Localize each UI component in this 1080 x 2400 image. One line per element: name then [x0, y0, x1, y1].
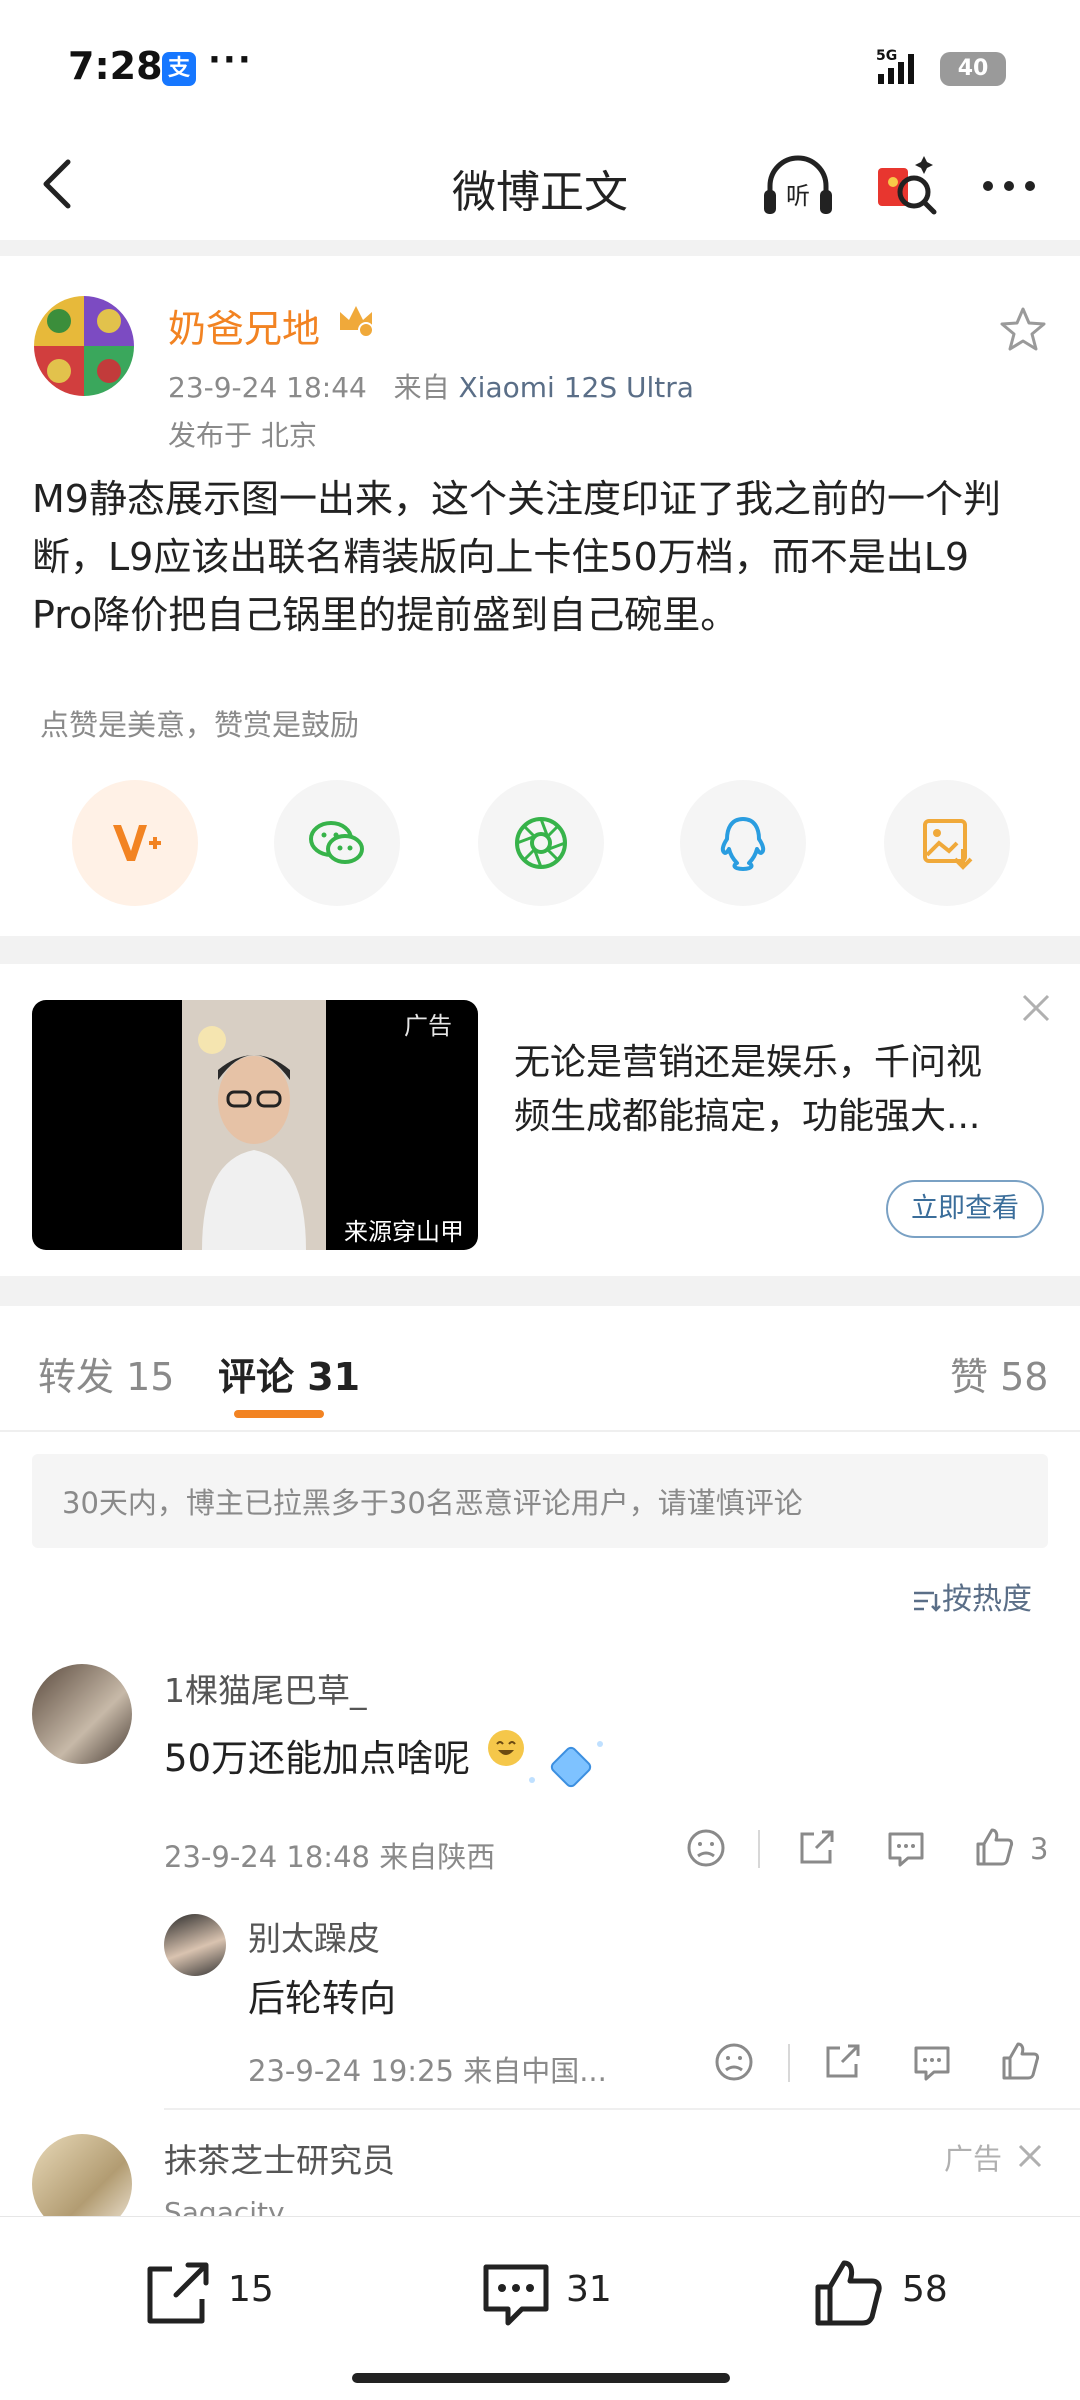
divider: [0, 1430, 1080, 1432]
back-icon[interactable]: [30, 152, 90, 216]
listen-icon[interactable]: 听: [760, 150, 836, 222]
section-divider: [0, 240, 1080, 256]
dislike-icon[interactable]: [712, 2040, 756, 2084]
battery-icon: 40: [940, 52, 1006, 86]
comment-text[interactable]: 50万还能加点啥呢: [164, 1728, 470, 1782]
comment-like-count: 3: [1030, 1832, 1049, 1866]
ad-tag: 广告: [944, 2142, 1003, 2176]
wechat-icon: [309, 821, 364, 864]
share-moments-button[interactable]: [478, 780, 604, 906]
home-indicator: [352, 2373, 730, 2383]
vip-crown-icon: [336, 302, 376, 338]
author-avatar[interactable]: [34, 296, 134, 396]
comment-notice-text: 30天内，博主已拉黑多于30名恶意评论用户，请谨慎评论: [62, 1486, 803, 1520]
repost-icon[interactable]: [820, 2040, 864, 2084]
replier-name[interactable]: 别太躁皮: [248, 1912, 380, 1960]
bubble-decoration-icon: [508, 1714, 618, 1794]
like-icon[interactable]: [998, 2040, 1042, 2084]
repost-icon[interactable]: [794, 1826, 838, 1870]
ad-tag: 广告: [404, 1012, 452, 1040]
status-bar: 7:28 支 ··· 5G 40: [0, 0, 1080, 130]
network-label: 5G: [876, 48, 897, 64]
tab-reposts[interactable]: 转发 15: [38, 1346, 174, 1401]
divider: [758, 1830, 760, 1868]
comment-icon[interactable]: [884, 1826, 928, 1870]
post-body-line: Pro降价把自己锅里的提前盛到自己碗里。: [32, 593, 739, 637]
ad-text-line: 频生成都能搞定，功能强大...: [514, 1096, 981, 1137]
listen-label: 听: [786, 182, 810, 210]
tab-likes[interactable]: 赞 58: [950, 1346, 1048, 1401]
more-icon[interactable]: [976, 156, 1042, 216]
status-more-icon: ···: [208, 40, 253, 80]
active-tab-indicator: [234, 1410, 324, 1418]
post-device[interactable]: Xiaomi 12S Ultra: [459, 371, 694, 404]
post-location: 发布于 北京: [168, 419, 317, 452]
post-body-line: 断，L9应该出联名精装版向上卡住50万档，而不是出L9: [32, 535, 970, 579]
moments-icon: [515, 817, 567, 869]
sort-icon: [914, 1591, 941, 1612]
page-title: 微博正文: [452, 167, 628, 218]
reward-button[interactable]: [72, 780, 198, 906]
comment-icon[interactable]: [910, 2040, 954, 2084]
sort-toggle[interactable]: 按热度: [912, 1574, 1032, 1618]
ad-text-line: 无论是营销还是娱乐，千问视: [514, 1042, 983, 1083]
author-name[interactable]: 奶爸兄地: [168, 298, 320, 353]
like-icon[interactable]: [972, 1826, 1016, 1870]
comment-icon[interactable]: [478, 2259, 554, 2329]
reward-v-icon: [113, 825, 161, 861]
share-qq-button[interactable]: [680, 780, 806, 906]
reply-text[interactable]: 后轮转向: [248, 1968, 396, 2022]
post-meta: 23-9-24 18:44 来自 Xiaomi 12S Ultra: [168, 366, 694, 406]
close-icon[interactable]: [1016, 2142, 1044, 2170]
signal-icon: 5G: [876, 46, 932, 90]
sort-label: 按热度: [942, 1582, 1032, 1617]
save-image-icon: [923, 819, 973, 870]
comment-notice: 30天内，博主已拉黑多于30名恶意评论用户，请谨慎评论: [32, 1454, 1048, 1548]
reward-hint: 点赞是美意，赞赏是鼓励: [40, 708, 360, 742]
repost-icon[interactable]: [140, 2259, 216, 2329]
star-icon[interactable]: [998, 304, 1048, 354]
comment-meta: 23-9-24 18:48 来自陕西: [164, 1840, 496, 1874]
reply-meta: 23-9-24 19:25 来自中国...: [248, 2054, 607, 2088]
commenter-name[interactable]: 1棵猫尾巴草_: [164, 1664, 367, 1712]
ad-source: 来源穿山甲: [344, 1218, 464, 1246]
dislike-icon[interactable]: [684, 1826, 728, 1870]
bottom-action-bar: 15 31 58: [0, 2216, 1080, 2400]
ad-text[interactable]: 无论是营销还是娱乐，千问视 频生成都能搞定，功能强大...: [514, 1036, 1034, 1144]
qq-icon: [720, 817, 766, 871]
like-icon[interactable]: [812, 2259, 888, 2329]
red-packet-icon[interactable]: [872, 150, 940, 222]
tab-comments[interactable]: 评论 31: [218, 1346, 360, 1401]
ad-video-frame: [182, 1000, 326, 1250]
like-count: 58: [902, 2269, 948, 2310]
nav-bar: 微博正文 听: [0, 130, 1080, 240]
save-image-button[interactable]: [884, 780, 1010, 906]
section-divider: [0, 936, 1080, 964]
commenter-name[interactable]: 抹茶芝士研究员: [164, 2134, 395, 2182]
repost-count: 15: [228, 2269, 274, 2310]
ad-view-button[interactable]: 立即查看: [886, 1180, 1044, 1238]
replier-avatar[interactable]: [164, 1914, 226, 1976]
post-body-line: M9静态展示图一出来，这个关注度印证了我之前的一个判: [32, 477, 1001, 521]
post-source-prefix: 来自: [393, 371, 450, 404]
divider: [164, 2108, 1080, 2110]
post-body: M9静态展示图一出来，这个关注度印证了我之前的一个判 断，L9应该出联名精装版向…: [32, 470, 1052, 644]
share-wechat-button[interactable]: [274, 780, 400, 906]
alipay-icon: 支: [162, 52, 196, 86]
divider: [788, 2044, 790, 2082]
comment-count: 31: [566, 2269, 612, 2310]
section-divider: [0, 1276, 1080, 1306]
commenter-avatar[interactable]: [32, 1664, 132, 1764]
post-timestamp: 23-9-24 18:44: [168, 371, 367, 404]
status-time: 7:28: [68, 44, 163, 88]
close-icon[interactable]: [1018, 990, 1054, 1026]
